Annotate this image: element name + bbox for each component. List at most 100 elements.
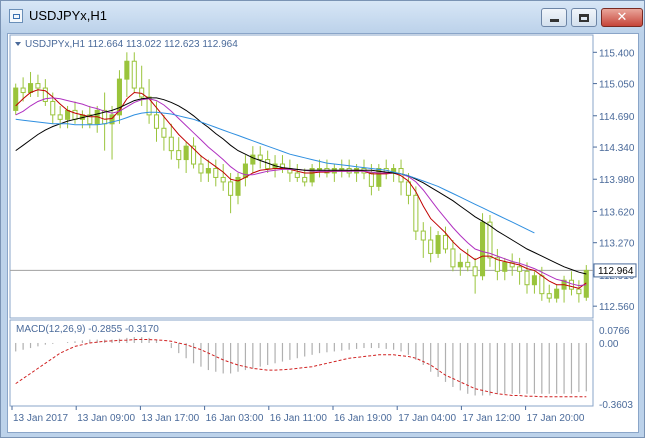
candle [376, 164, 382, 191]
chart-window-icon [9, 9, 23, 23]
candle [435, 231, 441, 258]
candle [220, 164, 226, 191]
current-price-value: 112.964 [598, 266, 634, 277]
candle [450, 240, 456, 272]
chart-info-label: USDJPYx,H1 112.664 113.022 112.623 112.9… [15, 39, 238, 50]
close-button[interactable]: ✕ [601, 8, 643, 27]
candle-body-bull [316, 168, 323, 171]
minimize-icon [549, 19, 559, 22]
candle [287, 159, 293, 182]
candle [213, 159, 219, 187]
candle-body-bear [368, 172, 374, 187]
candle [176, 137, 182, 169]
candle [35, 74, 41, 97]
x-tick-label: 13 Jan 09:00 [77, 413, 135, 424]
candle-body-bear [139, 87, 145, 98]
candle [183, 141, 189, 173]
candle [324, 159, 330, 178]
candle [13, 83, 19, 115]
candle [546, 284, 552, 303]
candle [235, 172, 241, 205]
close-icon: ✕ [616, 10, 628, 25]
candle-body-bear [131, 60, 137, 89]
candle [309, 164, 315, 187]
candle-body-bear [213, 168, 219, 178]
candle [279, 155, 286, 173]
candle-body-bear [420, 230, 426, 241]
y-tick-label: 113.270 [599, 239, 635, 250]
maximize-button[interactable] [571, 8, 597, 27]
candle-body-bear [72, 109, 78, 120]
candle-body-bear [539, 275, 545, 295]
candle [302, 168, 308, 187]
minimize-button[interactable] [541, 8, 567, 27]
candle [242, 155, 248, 187]
y-tick-label: 113.620 [599, 207, 635, 218]
window-title: USDJPYx,H1 [29, 8, 108, 23]
candle-body-bear [35, 83, 41, 89]
current-price-tag: 112.964 [593, 263, 637, 278]
y-tick-label: 115.050 [599, 80, 635, 91]
candle-body-bull [531, 275, 537, 286]
candle-body-bull [457, 261, 463, 268]
x-tick-label: 13 Jan 17:00 [141, 413, 199, 424]
candle [57, 105, 63, 129]
x-tick-label: 16 Jan 03:00 [206, 413, 264, 424]
ma-red-line [15, 89, 587, 289]
candle-body-bear [450, 248, 456, 268]
chart-area[interactable]: USDJPYx,H1 112.664 113.022 112.623 112.9… [7, 33, 639, 433]
candle [316, 159, 323, 178]
candle [346, 159, 352, 178]
candle-body-bull [13, 87, 19, 111]
candle-body-bear [228, 181, 234, 196]
price-chart[interactable]: USDJPYx,H1 112.664 113.022 112.623 112.9… [8, 34, 638, 432]
candle [191, 137, 197, 169]
candle-body-bear [153, 114, 160, 129]
y-tick-label: 114.340 [599, 143, 635, 154]
candle [398, 159, 404, 196]
candle-body-bull [242, 163, 248, 178]
candle [257, 146, 263, 169]
candle [168, 123, 174, 160]
x-tick-label: 16 Jan 11:00 [270, 413, 328, 424]
candle-body-bear [413, 194, 419, 232]
candle [472, 257, 478, 294]
candle [109, 105, 115, 160]
candle-body-bear [294, 172, 300, 178]
candle-body-bear [176, 150, 182, 161]
candle-body-bull [554, 288, 560, 299]
candle-body-bear [302, 176, 308, 183]
x-tick-label: 13 Jan 2017 [13, 413, 68, 424]
symbol-ohlc-text: USDJPYx,H1 112.664 113.022 112.623 112.9… [25, 39, 238, 50]
x-tick-label: 17 Jan 04:00 [398, 413, 456, 424]
candle-body-bear [524, 270, 530, 286]
candle-body-bear [198, 163, 204, 174]
y-tick-label: 113.980 [599, 175, 635, 186]
candle [79, 110, 85, 129]
candle-body-bear [546, 293, 552, 299]
chart-window: USDJPYx,H1 ✕ USDJPYx,H1 112.664 113.022 … [0, 0, 645, 438]
candle [531, 271, 537, 294]
candle-body-bull [502, 261, 508, 272]
candle-body-bull [65, 109, 71, 120]
y-tick-label: 114.690 [599, 112, 635, 123]
candle-body-bear [428, 239, 434, 254]
macd-tick-label: 0.00 [599, 339, 619, 350]
candle-body-bull [435, 235, 441, 254]
candle [124, 52, 130, 97]
candle [494, 248, 500, 281]
candle [509, 253, 515, 276]
candle-body-bull [205, 168, 211, 174]
candle-body-bear [57, 114, 63, 120]
candle [250, 146, 256, 173]
candle [102, 92, 108, 151]
candle-body-bear [576, 288, 582, 295]
collapse-triangle-icon[interactable] [15, 42, 21, 46]
candle [383, 159, 389, 180]
candle [428, 226, 434, 263]
candle [465, 248, 471, 272]
candle [331, 164, 337, 182]
candle [339, 159, 345, 178]
candle-body-bull [27, 83, 34, 94]
title-bar[interactable]: USDJPYx,H1 ✕ [1, 1, 644, 33]
